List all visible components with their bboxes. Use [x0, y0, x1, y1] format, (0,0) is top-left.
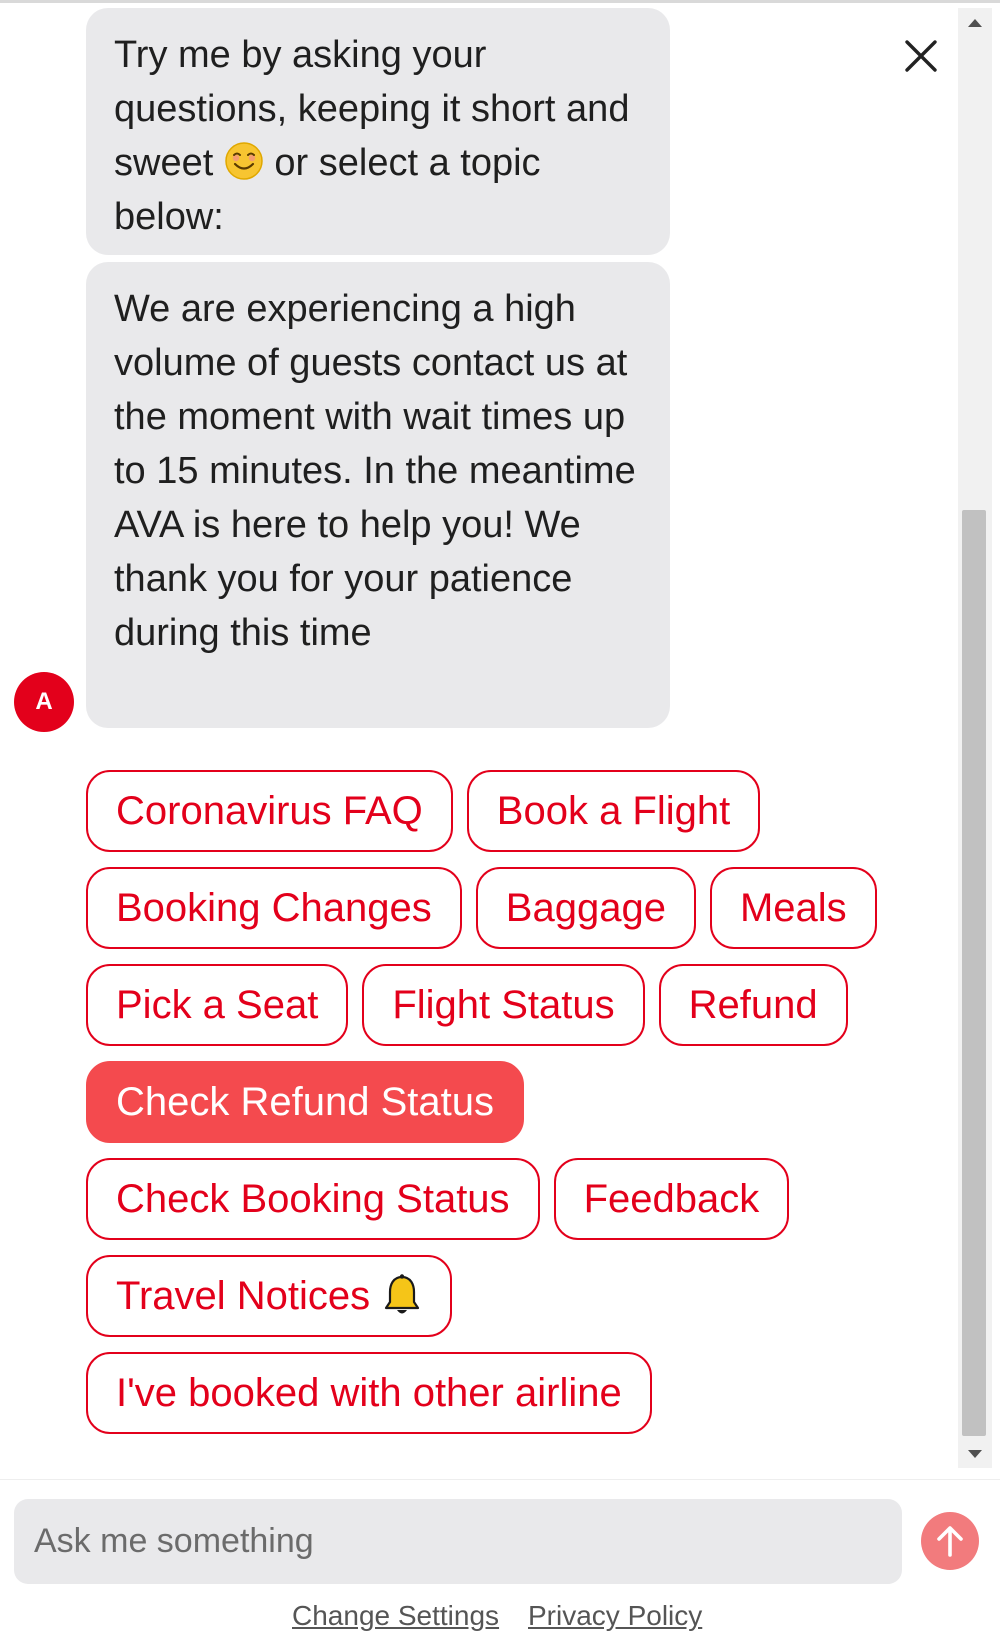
chip-baggage[interactable]: Baggage [475, 867, 696, 949]
scrollbar-thumb[interactable] [962, 510, 986, 1436]
window-top-border [0, 0, 1000, 3]
chip-label: Booking Changes [116, 885, 432, 930]
smiling-face-icon [225, 142, 263, 180]
bot-message-intro: Try me by asking your questions, keeping… [86, 8, 670, 255]
chip-booked-other-airline[interactable]: I've booked with other airline [86, 1352, 652, 1434]
scroll-down-icon[interactable] [966, 1445, 984, 1463]
chip-label: Book a Flight [496, 788, 731, 833]
quick-reply-row: Coronavirus FAQ Book a Flight [86, 770, 896, 852]
bot-message-notice: We are experiencing a high volume of gue… [86, 262, 670, 728]
chip-check-refund-status[interactable]: Check Refund Status [86, 1061, 524, 1143]
chip-label: Pick a Seat [116, 982, 319, 1027]
quick-reply-row: Travel Notices [86, 1255, 896, 1337]
chip-label: Refund [688, 982, 818, 1027]
chip-booking-changes[interactable]: Booking Changes [86, 867, 462, 949]
scroll-up-icon[interactable] [966, 14, 984, 32]
chip-flight-status[interactable]: Flight Status [362, 964, 645, 1046]
chip-label: Coronavirus FAQ [116, 788, 423, 833]
chip-book-a-flight[interactable]: Book a Flight [466, 770, 761, 852]
avatar-initial: A [35, 688, 53, 715]
close-icon [905, 40, 937, 72]
chip-refund[interactable]: Refund [658, 964, 848, 1046]
quick-reply-row: Booking Changes Baggage Meals [86, 867, 896, 949]
arrow-up-icon [937, 1526, 963, 1557]
chip-coronavirus-faq[interactable]: Coronavirus FAQ [86, 770, 453, 852]
chip-meals[interactable]: Meals [709, 867, 877, 949]
change-settings-link[interactable]: Change Settings [292, 1600, 499, 1632]
chip-label: Flight Status [392, 982, 615, 1027]
chip-travel-notices[interactable]: Travel Notices [86, 1255, 453, 1337]
quick-reply-row: I've booked with other airline [86, 1352, 896, 1434]
send-button[interactable] [921, 1512, 979, 1570]
chip-label: Meals [739, 885, 847, 930]
bell-icon [385, 1274, 420, 1314]
chip-label: Baggage [505, 885, 666, 930]
chip-label: Check Refund Status [116, 1079, 494, 1124]
chip-label: Feedback [583, 1176, 760, 1221]
chip-label: Check Booking Status [116, 1176, 510, 1221]
bot-avatar: A [14, 672, 74, 732]
message-input[interactable] [14, 1499, 902, 1584]
close-button[interactable] [898, 33, 944, 79]
chip-label: I've booked with other airline [116, 1370, 622, 1415]
quick-reply-row: Check Booking Status Feedback [86, 1158, 896, 1240]
notice-text: We are experiencing a high volume of gue… [114, 288, 636, 654]
composer-divider [0, 1479, 1000, 1480]
quick-reply-row: Check Refund Status [86, 1061, 896, 1143]
chip-label: Travel Notices [116, 1273, 371, 1318]
quick-reply-list: Coronavirus FAQ Book a Flight Booking Ch… [86, 770, 896, 1449]
chip-pick-a-seat[interactable]: Pick a Seat [86, 964, 349, 1046]
chip-check-booking-status[interactable]: Check Booking Status [86, 1158, 540, 1240]
quick-reply-row: Pick a Seat Flight Status Refund [86, 964, 896, 1046]
privacy-policy-link[interactable]: Privacy Policy [528, 1600, 702, 1632]
chip-feedback[interactable]: Feedback [553, 1158, 790, 1240]
